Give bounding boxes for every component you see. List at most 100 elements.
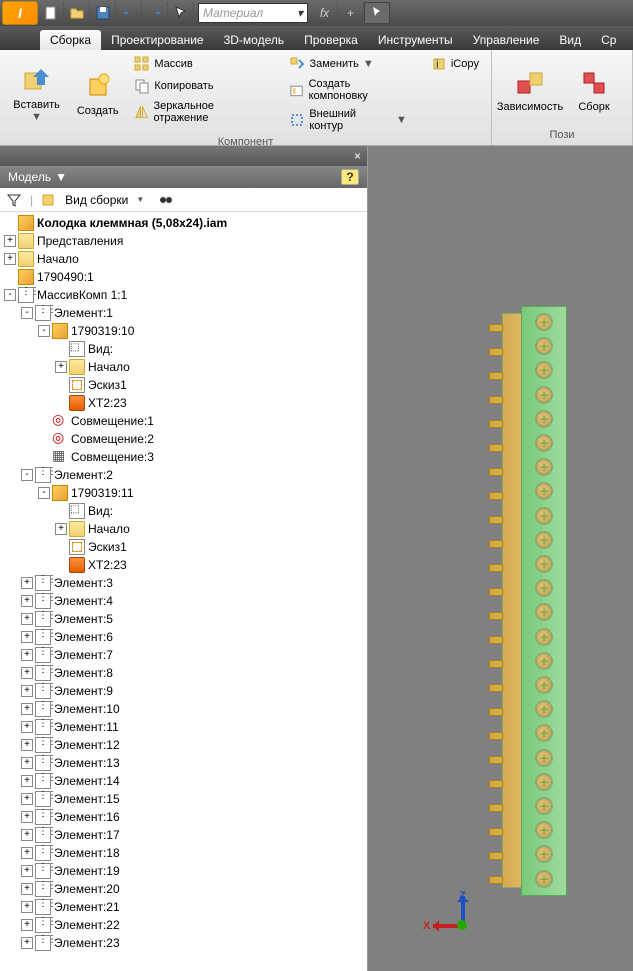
model-tree[interactable]: Колодка клеммная (5,08x24).iam+Представл… (0, 212, 367, 971)
external-contour-button[interactable]: Внешний контур▼ (285, 106, 410, 134)
expand-icon[interactable]: + (21, 703, 33, 715)
collapse-icon[interactable]: - (38, 487, 50, 499)
3d-viewport[interactable]: Z X (368, 146, 633, 971)
tree-xt[interactable]: XT2:23 (4, 394, 367, 412)
tree-mate[interactable]: Совмещение:3 (4, 448, 367, 466)
constraints-button[interactable]: Зависимость (500, 54, 560, 127)
expand-icon[interactable]: + (21, 811, 33, 823)
qat-pointer-icon[interactable] (364, 2, 390, 24)
tree-element-2[interactable]: -Элемент:2 (4, 466, 367, 484)
expand-icon[interactable]: + (21, 883, 33, 895)
view-mode-label[interactable]: Вид сборки (65, 193, 128, 207)
tree-origin[interactable]: +Начало (4, 250, 367, 268)
expand-icon[interactable]: + (21, 919, 33, 931)
help-icon[interactable]: ? (341, 169, 359, 185)
expand-icon[interactable]: + (55, 523, 67, 535)
tree-view[interactable]: Вид: (4, 502, 367, 520)
expand-icon[interactable]: + (21, 829, 33, 841)
qat-fx-icon[interactable]: fx (312, 2, 338, 24)
expand-icon[interactable]: + (55, 361, 67, 373)
mirror-button[interactable]: Зеркальное отражение (130, 98, 269, 126)
qat-save-icon[interactable] (90, 2, 116, 24)
tree-representations[interactable]: +Представления (4, 232, 367, 250)
tree-root[interactable]: Колодка клеммная (5,08x24).iam (4, 214, 367, 232)
tree-element-12[interactable]: +Элемент:12 (4, 736, 367, 754)
tree-sketch[interactable]: Эскиз1 (4, 538, 367, 556)
tab-manage[interactable]: Управление (463, 30, 550, 50)
tree-element-20[interactable]: +Элемент:20 (4, 880, 367, 898)
tree-mate[interactable]: Совмещение:2 (4, 430, 367, 448)
expand-icon[interactable]: + (21, 649, 33, 661)
expand-icon[interactable]: + (4, 253, 16, 265)
tree-element-21[interactable]: +Элемент:21 (4, 898, 367, 916)
expand-icon[interactable]: + (4, 235, 16, 247)
tree-mate[interactable]: Совмещение:1 (4, 412, 367, 430)
expand-icon[interactable]: + (21, 685, 33, 697)
collapse-icon[interactable]: - (4, 289, 16, 301)
insert-button[interactable]: Вставить ▼ (8, 54, 65, 134)
tree-element-6[interactable]: +Элемент:6 (4, 628, 367, 646)
tree-subpart[interactable]: -1790319:11 (4, 484, 367, 502)
collapse-icon[interactable]: - (38, 325, 50, 337)
tree-element-15[interactable]: +Элемент:15 (4, 790, 367, 808)
pattern-button[interactable]: Массив (130, 54, 269, 74)
tree-element-4[interactable]: +Элемент:4 (4, 592, 367, 610)
tab-3dmodel[interactable]: 3D-модель (214, 30, 295, 50)
material-dropdown[interactable]: Материал ▾ (198, 3, 308, 23)
expand-icon[interactable]: + (21, 901, 33, 913)
copy-button[interactable]: Копировать (130, 76, 269, 96)
expand-icon[interactable]: + (21, 577, 33, 589)
collapse-icon[interactable]: - (21, 307, 33, 319)
tree-element-11[interactable]: +Элемент:11 (4, 718, 367, 736)
panel-drag-bar[interactable]: × (0, 146, 367, 166)
create-layout-button[interactable]: Создать компоновку (285, 76, 410, 104)
expand-icon[interactable]: + (21, 739, 33, 751)
tree-element-10[interactable]: +Элемент:10 (4, 700, 367, 718)
app-logo[interactable]: I (2, 1, 38, 25)
qat-new-icon[interactable] (38, 2, 64, 24)
qat-undo-icon[interactable] (116, 2, 142, 24)
tab-design[interactable]: Проектирование (101, 30, 214, 50)
expand-icon[interactable]: + (21, 865, 33, 877)
expand-icon[interactable]: + (21, 847, 33, 859)
tab-env[interactable]: Ср (591, 30, 626, 50)
icopy-button[interactable]: i iCopy (427, 54, 483, 74)
expand-icon[interactable]: + (21, 631, 33, 643)
tab-inspect[interactable]: Проверка (294, 30, 368, 50)
qat-plus-icon[interactable]: + (338, 2, 364, 24)
expand-icon[interactable]: + (21, 793, 33, 805)
expand-icon[interactable]: + (21, 757, 33, 769)
tree-element-17[interactable]: +Элемент:17 (4, 826, 367, 844)
tree-origin-sub[interactable]: +Начало (4, 358, 367, 376)
tree-origin-sub[interactable]: +Начало (4, 520, 367, 538)
expand-icon[interactable]: + (21, 667, 33, 679)
expand-icon[interactable]: + (21, 775, 33, 787)
tree-xt[interactable]: XT2:23 (4, 556, 367, 574)
tree-element-23[interactable]: +Элемент:23 (4, 934, 367, 952)
qat-select-icon[interactable] (168, 2, 194, 24)
create-button[interactable]: Создать (69, 54, 126, 134)
tree-element-5[interactable]: +Элемент:5 (4, 610, 367, 628)
expand-icon[interactable]: + (21, 613, 33, 625)
tree-element-1[interactable]: -Элемент:1 (4, 304, 367, 322)
replace-button[interactable]: Заменить▼ (285, 54, 410, 74)
tree-element-16[interactable]: +Элемент:16 (4, 808, 367, 826)
expand-icon[interactable]: + (21, 937, 33, 949)
qat-redo-icon[interactable] (142, 2, 168, 24)
tree-element-3[interactable]: +Элемент:3 (4, 574, 367, 592)
chevron-down-icon[interactable]: ▼ (136, 195, 144, 204)
tree-element-19[interactable]: +Элемент:19 (4, 862, 367, 880)
panel-close-icon[interactable]: × (354, 149, 361, 163)
tree-element-7[interactable]: +Элемент:7 (4, 646, 367, 664)
binoculars-icon[interactable] (158, 192, 174, 208)
view-filter-icon[interactable] (41, 192, 57, 208)
tree-subpart[interactable]: -1790319:10 (4, 322, 367, 340)
qat-open-icon[interactable] (64, 2, 90, 24)
tab-tools[interactable]: Инструменты (368, 30, 463, 50)
tab-assembly[interactable]: Сборка (40, 30, 101, 50)
chevron-down-icon[interactable]: ▼ (55, 170, 67, 184)
tree-element-8[interactable]: +Элемент:8 (4, 664, 367, 682)
tree-pattern[interactable]: -МассивКомп 1:1 (4, 286, 367, 304)
expand-icon[interactable]: + (21, 595, 33, 607)
assembly-button[interactable]: Сборк (564, 54, 624, 127)
